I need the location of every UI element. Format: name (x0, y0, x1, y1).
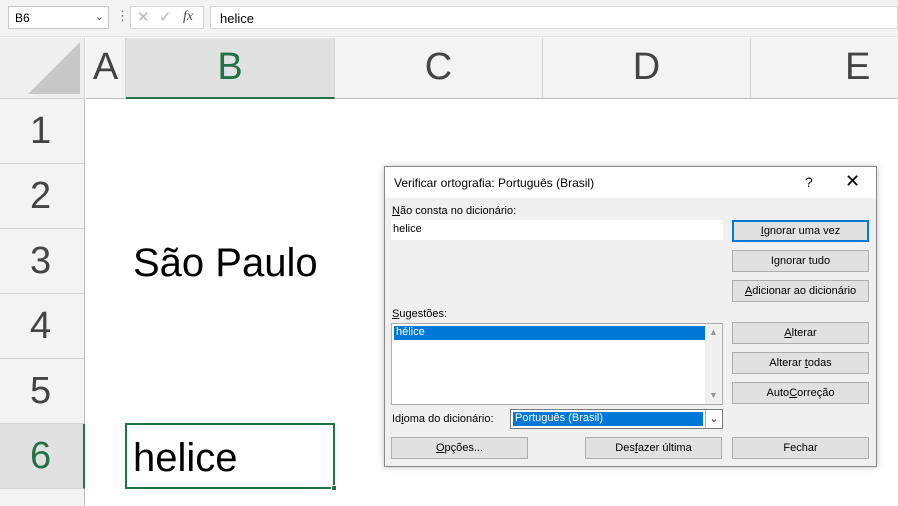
row-header-1[interactable]: 1 (0, 99, 85, 164)
ignore-all-button[interactable]: Ignorar tudo (732, 250, 869, 272)
row-header-5[interactable]: 5 (0, 359, 85, 424)
column-header-d[interactable]: D (543, 38, 751, 99)
active-cell-b6[interactable]: helice (125, 423, 337, 491)
suggestions-list[interactable]: hélice ▲ ▼ (391, 323, 723, 405)
suggestion-item[interactable]: hélice (394, 326, 706, 340)
excel-window: B6 ⌄ ⋮ ✕ ✓ fx helice A B C D E 1 2 3 4 5… (0, 0, 898, 506)
add-to-dictionary-button[interactable]: Adicionar ao dicionário (732, 280, 869, 302)
autocorrect-button[interactable]: AutoCorreção (732, 382, 869, 404)
spell-check-dialog: Verificar ortografia: Português (Brasil)… (384, 166, 877, 467)
formula-input[interactable]: helice (210, 6, 898, 29)
name-box-value: B6 (15, 11, 30, 25)
cell-b6-text: helice (133, 436, 238, 480)
undo-last-button[interactable]: Desfazer última (585, 437, 722, 459)
cell-b3[interactable]: São Paulo (133, 241, 318, 286)
more-options-icon[interactable]: ⋮ (116, 8, 129, 24)
suggestions-scrollbar[interactable]: ▲ ▼ (705, 324, 722, 404)
select-all-triangle-icon (28, 42, 80, 94)
select-all-button[interactable] (0, 38, 85, 99)
formula-bar: B6 ⌄ ⋮ ✕ ✓ fx helice (0, 0, 898, 37)
suggestions-label: Sugestões: (392, 308, 448, 320)
options-button[interactable]: Opções... (391, 437, 528, 459)
check-icon[interactable]: ✓ (159, 8, 172, 26)
dictionary-language-label: Idioma do dicionário: (392, 413, 494, 425)
dictionary-language-select[interactable]: Português (Brasil) ⌄ (510, 409, 723, 429)
dialog-titlebar: Verificar ortografia: Português (Brasil)… (385, 167, 876, 198)
close-button[interactable]: Fechar (732, 437, 869, 459)
insert-function-icon[interactable]: fx (183, 9, 193, 25)
row-header-2[interactable]: 2 (0, 164, 85, 229)
row-header-4[interactable]: 4 (0, 294, 85, 359)
row-header-3[interactable]: 3 (0, 229, 85, 294)
close-icon[interactable]: ✕ (845, 171, 860, 192)
change-all-button[interactable]: Alterar todas (732, 352, 869, 374)
row-header-7[interactable] (0, 489, 85, 506)
column-header-a[interactable]: A (86, 38, 126, 99)
dictionary-language-value: Português (Brasil) (513, 412, 703, 426)
ignore-once-button[interactable]: Ignorar uma vez (732, 220, 869, 242)
fill-handle[interactable] (331, 485, 337, 491)
column-header-c[interactable]: C (335, 38, 543, 99)
help-icon[interactable]: ? (805, 174, 813, 190)
scroll-up-icon[interactable]: ▲ (709, 327, 718, 337)
not-in-dictionary-field[interactable]: helice (391, 220, 723, 240)
dialog-title: Verificar ortografia: Português (Brasil) (394, 176, 595, 190)
change-button[interactable]: Alterar (732, 322, 869, 344)
context-area (391, 241, 723, 303)
not-in-dictionary-label: Não consta no dicionário: (392, 205, 517, 217)
name-box[interactable]: B6 ⌄ (8, 6, 109, 29)
column-header-b[interactable]: B (126, 38, 335, 99)
formula-buttons: ✕ ✓ fx (130, 6, 204, 29)
column-header-e[interactable]: E (751, 38, 898, 99)
chevron-down-icon[interactable]: ⌄ (705, 410, 722, 428)
chevron-down-icon[interactable]: ⌄ (95, 10, 104, 23)
row-header-6[interactable]: 6 (0, 424, 85, 489)
cancel-icon[interactable]: ✕ (137, 8, 150, 26)
scroll-down-icon[interactable]: ▼ (709, 390, 718, 400)
